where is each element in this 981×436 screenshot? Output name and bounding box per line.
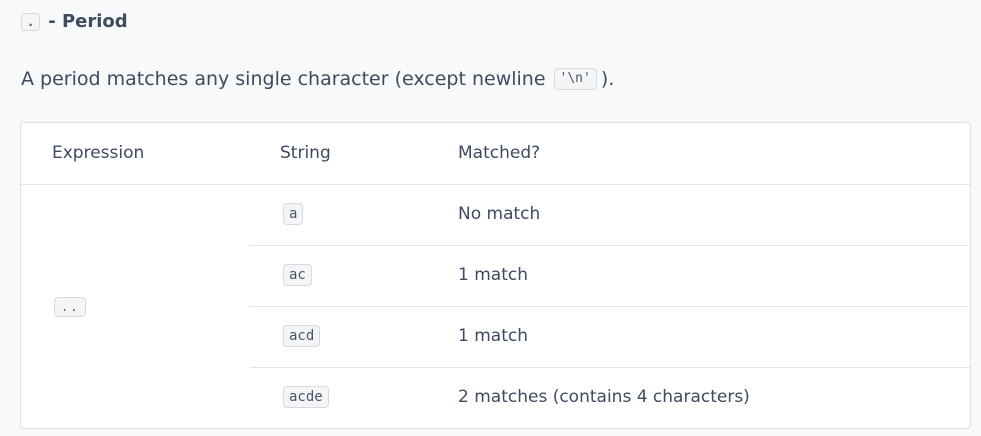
description-text: A period matches any single character (e… — [21, 68, 546, 90]
header-expression: Expression — [52, 143, 145, 163]
expression-code: .. — [54, 296, 87, 317]
table-row: acd 1 match — [250, 307, 970, 368]
regex-example-table: Expression String Matched? .. a No match… — [20, 122, 971, 429]
matched-text: 2 matches (contains 4 characters) — [458, 387, 750, 407]
table-row: acde 2 matches (contains 4 characters) — [250, 368, 970, 428]
header-string: String — [280, 143, 331, 163]
description-text-end: ). — [600, 68, 615, 90]
string-code: acde — [283, 386, 329, 408]
table-row: ac 1 match — [250, 246, 970, 307]
matched-text: No match — [458, 204, 541, 224]
heading-title: - Period — [48, 11, 128, 32]
string-code: acd — [283, 325, 321, 347]
heading-code: . — [21, 12, 41, 31]
header-matched: Matched? — [458, 143, 541, 163]
section-description: A period matches any single character (e… — [21, 68, 614, 90]
matched-text: 1 match — [458, 326, 528, 346]
string-code: ac — [283, 264, 312, 286]
table-row: a No match — [250, 185, 970, 246]
section-heading: . - Period — [21, 11, 128, 32]
description-code: '\n' — [553, 68, 597, 90]
expression-cell: .. — [21, 185, 250, 428]
matched-text: 1 match — [458, 265, 528, 285]
string-code: a — [283, 203, 304, 225]
table-header-row: Expression String Matched? — [21, 123, 970, 185]
